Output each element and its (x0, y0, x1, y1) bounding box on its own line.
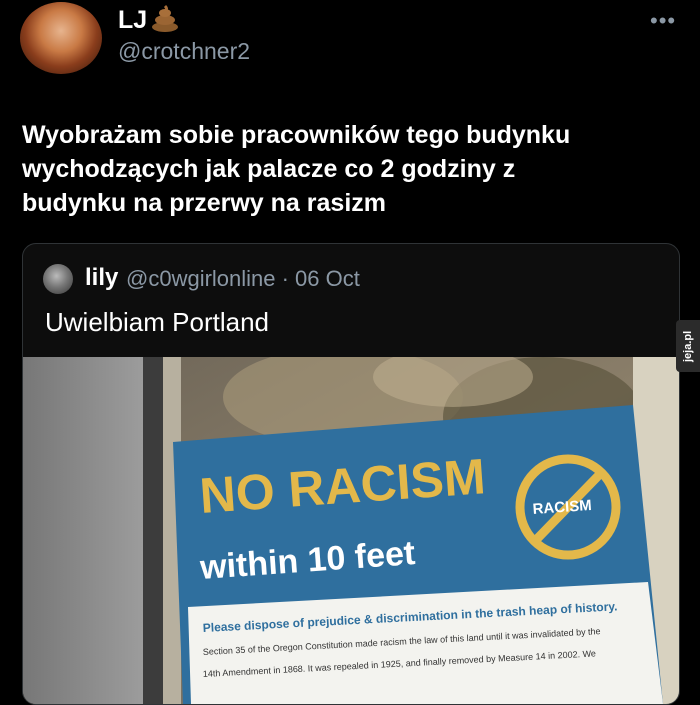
tweet-text-line: budynku na przerwy na rasizm (22, 189, 386, 217)
poop-icon (152, 4, 178, 32)
more-options-icon[interactable]: ••• (650, 8, 676, 34)
quote-author-name: lily (85, 264, 119, 291)
quoted-photo[interactable]: NO RACISM within 10 feet RACISM Please d… (23, 357, 679, 704)
quote-author-avatar (43, 264, 73, 294)
author-avatar[interactable] (20, 2, 102, 74)
watermark-text: jeja.pl (682, 330, 694, 362)
tweet-header: LJ @crotchner2 ••• (0, 0, 700, 110)
tweet-text: Wyobrażam sobie pracowników tego budynku… (22, 118, 662, 220)
tweet-text-line: wychodzących jak palacze co 2 godziny z (22, 155, 516, 183)
jeja-watermark: jeja.pl (676, 320, 700, 372)
tweet-text-line: Wyobrażam sobie pracowników tego budynku (22, 121, 571, 149)
quote-author-handle-date: @c0wgirlonline · 06 Oct (126, 266, 360, 291)
quoted-tweet-card[interactable]: lily @c0wgirlonline · 06 Oct Uwielbiam P… (22, 243, 680, 705)
author-handle[interactable]: @crotchner2 (118, 38, 250, 65)
author-display-name[interactable]: LJ (118, 6, 147, 35)
quote-text: Uwielbiam Portland (45, 307, 269, 337)
